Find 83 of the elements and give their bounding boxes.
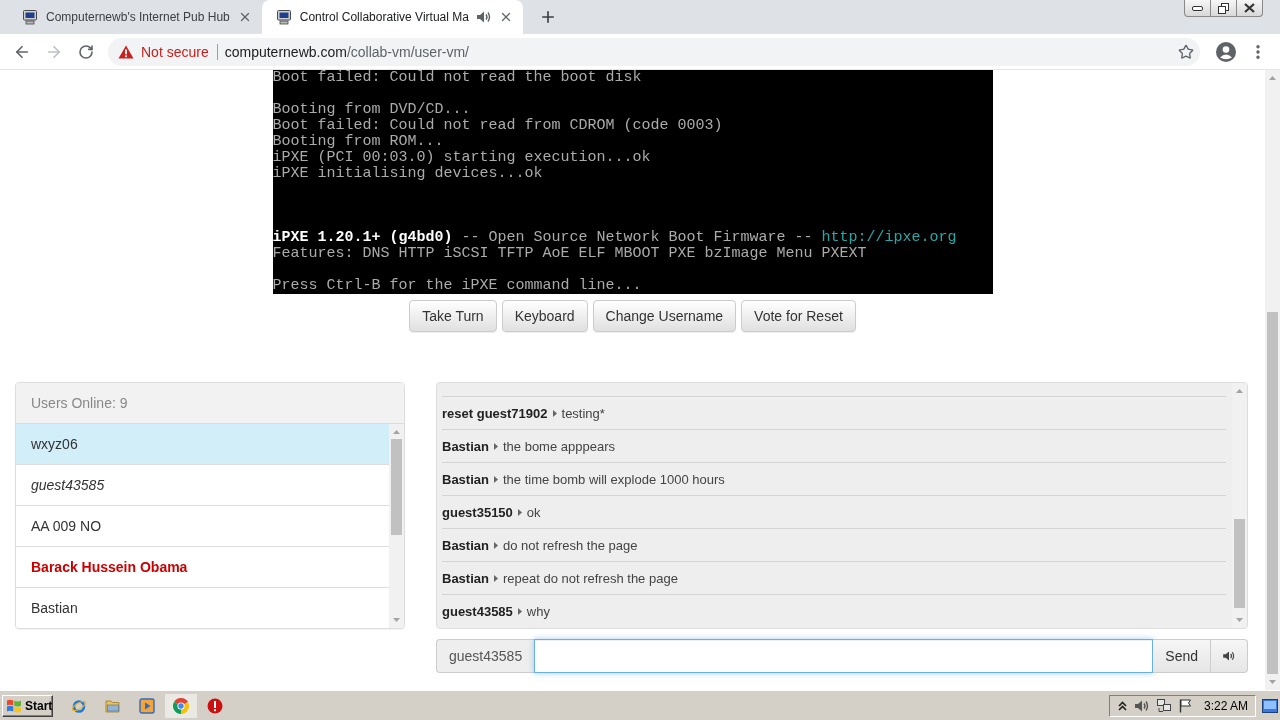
alert-icon[interactable] bbox=[207, 697, 223, 714]
security-label[interactable]: Not secure bbox=[141, 43, 209, 60]
restore-button[interactable] bbox=[1210, 0, 1237, 17]
folder-icon[interactable] bbox=[105, 697, 121, 714]
scrollbar-thumb[interactable] bbox=[1267, 312, 1278, 674]
scrollbar[interactable] bbox=[1232, 383, 1247, 628]
chat-message: ok bbox=[526, 504, 541, 520]
scrollbar-thumb[interactable] bbox=[1234, 519, 1245, 608]
chat-username: Bastian bbox=[442, 537, 489, 553]
caret-icon bbox=[493, 541, 498, 549]
flag-icon[interactable] bbox=[1178, 698, 1192, 713]
speaker-icon bbox=[1134, 699, 1149, 712]
user-list-item[interactable]: Barack Hussein Obama bbox=[16, 547, 389, 588]
user-icon[interactable] bbox=[1216, 41, 1236, 62]
minimize-icon bbox=[1192, 5, 1203, 11]
terminal-line: iPXE 1.20.1+ (g4bd0) -- Open Source Network Boot Firmware -- http://ipxe.org bbox=[272, 230, 957, 246]
restore-icon bbox=[1218, 2, 1229, 14]
terminal-line: Booting from ROM... bbox=[272, 134, 444, 150]
close-icon bbox=[1244, 3, 1255, 13]
vm-control-button[interactable]: Take Turn bbox=[409, 300, 497, 332]
user-list-item[interactable]: wxyz06 bbox=[16, 424, 389, 465]
chat-username: reset guest71902 bbox=[442, 405, 548, 421]
browser-tab[interactable]: Control Collaborative Virtual Ma bbox=[261, 0, 523, 34]
panel-heading: Users Online: 9 bbox=[16, 383, 404, 424]
url-text[interactable]: computernewb.com/collab-vm/user-vm/ bbox=[224, 43, 469, 60]
chat-message: the time bomb will explode 1000 hours bbox=[502, 471, 725, 487]
terminal-line: iPXE (PCI 00:03.0) starting execution...ok bbox=[272, 150, 651, 166]
chat-username: guest35150 bbox=[442, 504, 513, 520]
user-list-item[interactable]: Bastian bbox=[16, 588, 389, 628]
user-list-item[interactable]: guest43585 bbox=[16, 465, 389, 506]
close-button[interactable] bbox=[1236, 0, 1263, 17]
scrollbar-thumb[interactable] bbox=[391, 439, 402, 535]
caret-icon bbox=[552, 409, 557, 417]
orbit-icon[interactable] bbox=[71, 697, 87, 714]
chat-message: repeat do not refresh the page bbox=[502, 570, 678, 586]
username-label: guest43585 bbox=[436, 639, 535, 673]
caret-icon bbox=[517, 607, 522, 615]
terminal-line: iPXE initialising devices...ok bbox=[272, 166, 543, 182]
vm-control-button[interactable]: Keyboard bbox=[501, 300, 588, 332]
desktop-icon[interactable] bbox=[1262, 698, 1278, 713]
caret-icon bbox=[493, 574, 498, 582]
minimize-button[interactable] bbox=[1184, 0, 1211, 17]
caret-icon bbox=[517, 508, 522, 516]
chat-message: why bbox=[526, 603, 550, 619]
chat-username: guest43585 bbox=[442, 603, 513, 619]
terminal-line: Features: DNS HTTP iSCSI TFTP AoE ELF MBOOT PXE bzImage Menu PXEXT bbox=[272, 246, 867, 262]
user-list-item[interactable]: AA 009 NO bbox=[16, 506, 389, 547]
browser-tab[interactable]: Computernewb's Internet Pub Hub bbox=[8, 0, 262, 34]
taskbar-button[interactable] bbox=[165, 693, 197, 718]
chat-username: Bastian bbox=[442, 471, 489, 487]
address-bar[interactable]: Not secure computernewb.com/collab-vm/user-vm/ bbox=[108, 37, 1200, 66]
caret-icon bbox=[493, 475, 498, 483]
chat-message: do not refresh the page bbox=[502, 537, 638, 553]
star-icon[interactable] bbox=[1178, 43, 1194, 60]
sound-button[interactable] bbox=[1211, 639, 1248, 673]
color-wheel-icon bbox=[173, 697, 189, 714]
vm-control-button[interactable]: Change Username bbox=[592, 300, 737, 332]
caret-icon bbox=[493, 442, 498, 450]
chat-message: the bome apppears bbox=[502, 438, 615, 454]
chat-message: testing* bbox=[561, 405, 605, 421]
reload-icon[interactable] bbox=[78, 43, 94, 60]
flag-logo-icon bbox=[6, 698, 22, 713]
warning-icon[interactable] bbox=[118, 44, 134, 59]
scrollbar[interactable] bbox=[1265, 70, 1280, 690]
network-icon[interactable] bbox=[1156, 698, 1171, 713]
chat-input[interactable] bbox=[534, 639, 1154, 673]
chat-username: Bastian bbox=[442, 438, 489, 454]
terminal-line: Booting from DVD/CD... bbox=[272, 102, 471, 118]
speaker-icon bbox=[1223, 651, 1235, 661]
vm-screen[interactable] bbox=[272, 70, 993, 294]
chevrons-up-icon[interactable] bbox=[1117, 700, 1127, 711]
chat-username: Bastian bbox=[442, 570, 489, 586]
vm-control-button[interactable]: Vote for Reset bbox=[741, 300, 856, 332]
scrollbar[interactable] bbox=[389, 424, 404, 628]
play-icon[interactable] bbox=[139, 697, 155, 714]
terminal-line: Boot failed: Could not read from CDROM (code 0003) bbox=[272, 118, 723, 134]
computer-icon bbox=[22, 9, 38, 25]
computer-icon bbox=[275, 9, 292, 25]
send-button[interactable]: Send bbox=[1153, 639, 1211, 673]
clock[interactable]: 3:22 AM bbox=[1203, 698, 1248, 713]
terminal-line: Boot failed: Could not read the boot disk bbox=[272, 70, 642, 86]
terminal-line: Press Ctrl-B for the iPXE command line... bbox=[272, 278, 642, 294]
start-button[interactable]: Start bbox=[2, 694, 53, 717]
